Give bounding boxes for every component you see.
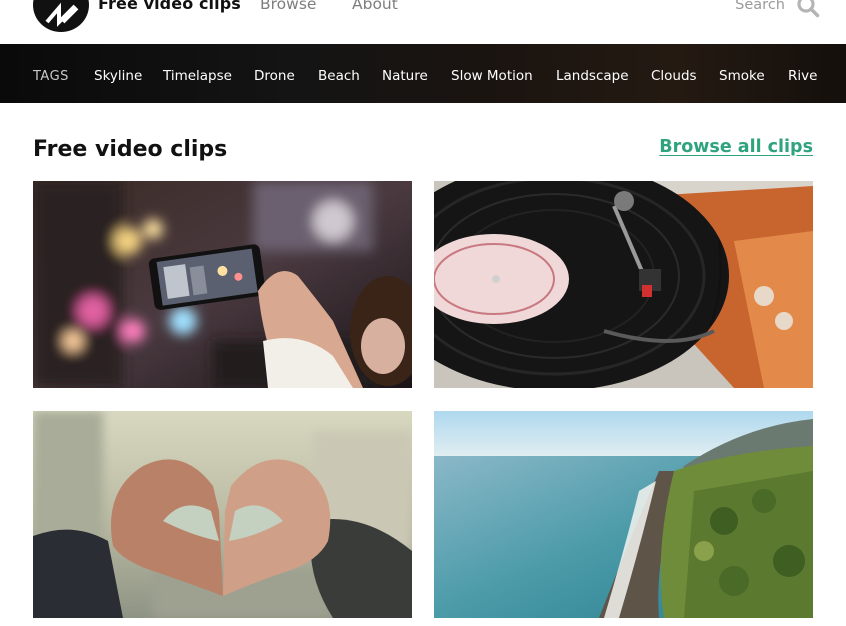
tag-bar: TAGS Skyline Timelapse Drone Beach Natur… [0, 44, 846, 103]
tag-nature[interactable]: Nature [382, 68, 428, 84]
tag-skyline[interactable]: Skyline [94, 68, 142, 84]
browse-all-clips-link[interactable]: Browse all clips [659, 137, 813, 157]
search-icon[interactable] [796, 0, 820, 18]
tag-drone[interactable]: Drone [254, 68, 295, 84]
tag-landscape[interactable]: Landscape [556, 68, 629, 84]
tag-river[interactable]: Rive [788, 68, 817, 84]
nav-about-link[interactable]: About [352, 0, 398, 13]
top-header: Free video clips Browse About [0, 0, 846, 44]
search-input[interactable] [690, 0, 785, 15]
logo-icon[interactable] [33, 0, 89, 32]
tag-slow-motion[interactable]: Slow Motion [451, 68, 533, 84]
brand-title[interactable]: Free video clips [98, 0, 241, 13]
tag-smoke[interactable]: Smoke [719, 68, 765, 84]
section-title: Free video clips [33, 137, 228, 162]
clip-thumbnail-record-player[interactable] [434, 181, 813, 388]
clip-thumbnail-heart-hands[interactable] [33, 411, 412, 618]
nav-browse-link[interactable]: Browse [260, 0, 316, 13]
clip-thumbnail-aerial-beach[interactable] [434, 411, 813, 618]
tag-timelapse[interactable]: Timelapse [163, 68, 232, 84]
tag-beach[interactable]: Beach [318, 68, 360, 84]
clip-thumbnail-phone-city[interactable] [33, 181, 412, 388]
tag-clouds[interactable]: Clouds [651, 68, 697, 84]
tags-label: TAGS [33, 69, 69, 84]
